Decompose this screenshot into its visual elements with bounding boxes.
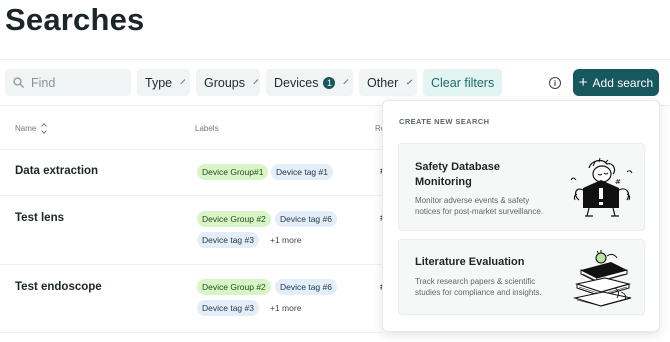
- name-column-header[interactable]: Name: [15, 123, 48, 134]
- add-search-label: Add search: [592, 75, 654, 90]
- sort-icon[interactable]: [41, 123, 48, 134]
- row-name[interactable]: Test endoscope: [15, 281, 102, 293]
- other-filter-button[interactable]: Other: [359, 69, 417, 96]
- row-divider: [0, 195, 382, 196]
- row-divider: [0, 332, 382, 333]
- type-filter-label: Type: [145, 75, 173, 90]
- chevron-down-icon: [253, 78, 259, 84]
- header-divider: [0, 59, 670, 60]
- groups-filter-label: Groups: [204, 75, 245, 90]
- dropdown-heading: CREATE NEW SEARCH: [399, 117, 490, 126]
- option-title: Monitoring: [415, 176, 472, 188]
- search-field[interactable]: [5, 69, 131, 96]
- row-divider: [0, 264, 382, 265]
- chevron-down-icon: [180, 78, 186, 84]
- more-tags-link[interactable]: +1 more: [268, 232, 303, 248]
- option-description: Track research papers & scientific: [415, 277, 536, 286]
- option-description: Monitor adverse events & safety: [415, 196, 530, 205]
- add-search-button[interactable]: + Add search: [573, 69, 659, 96]
- device-group-tag: Device Group #2: [197, 211, 271, 227]
- option-description: notices for post-market surveillance.: [415, 207, 544, 216]
- svg-text:#: #: [615, 178, 621, 186]
- filter-bar: Type Groups Devices 1 Other Clear filter…: [5, 69, 503, 96]
- device-tag: Device tag #6: [275, 211, 337, 227]
- plus-icon: +: [578, 73, 588, 91]
- clear-filters-button[interactable]: Clear filters: [423, 69, 503, 96]
- device-tag: Device tag #3: [197, 232, 259, 248]
- row-divider: [0, 149, 382, 150]
- search-input[interactable]: [31, 75, 121, 90]
- device-tag: Device tag #3: [197, 300, 259, 316]
- devices-filter-button[interactable]: Devices 1: [266, 69, 353, 96]
- info-icon[interactable]: i: [549, 77, 561, 89]
- option-title: Literature Evaluation: [415, 256, 525, 268]
- chevron-down-icon: [406, 78, 413, 84]
- device-tag: Device tag #1: [271, 164, 333, 180]
- devices-filter-label: Devices: [274, 75, 319, 90]
- groups-filter-button[interactable]: Groups: [196, 69, 260, 96]
- search-icon: [13, 77, 24, 88]
- option-literature-evaluation[interactable]: Literature Evaluation Track research pap…: [398, 239, 645, 315]
- page-title: Searches: [5, 2, 145, 37]
- alert-figure-illustration: #: [570, 157, 633, 217]
- option-title: Safety Database: [415, 161, 500, 173]
- row-name[interactable]: Test lens: [15, 212, 64, 224]
- other-filter-label: Other: [367, 75, 399, 90]
- type-filter-button[interactable]: Type: [137, 69, 190, 96]
- name-header-label: Name: [15, 124, 37, 133]
- option-safety-database-monitoring[interactable]: Safety Database Monitoring Monitor adver…: [398, 143, 645, 231]
- devices-count-badge: 1: [323, 76, 336, 89]
- device-group-tag: Device Group#1: [197, 164, 269, 180]
- chevron-down-icon: [343, 78, 349, 84]
- row-name[interactable]: Data extraction: [15, 165, 98, 177]
- labels-column-header: Labels: [195, 124, 219, 133]
- device-group-tag: Device Group #2: [197, 279, 271, 295]
- option-description: studies for compliance and insights.: [415, 288, 542, 297]
- device-tag: Device tag #6: [275, 279, 337, 295]
- book-stack-illustration: [572, 250, 632, 307]
- more-tags-link[interactable]: +1 more: [268, 300, 303, 316]
- create-search-dropdown: CREATE NEW SEARCH Safety Database Monito…: [382, 100, 660, 332]
